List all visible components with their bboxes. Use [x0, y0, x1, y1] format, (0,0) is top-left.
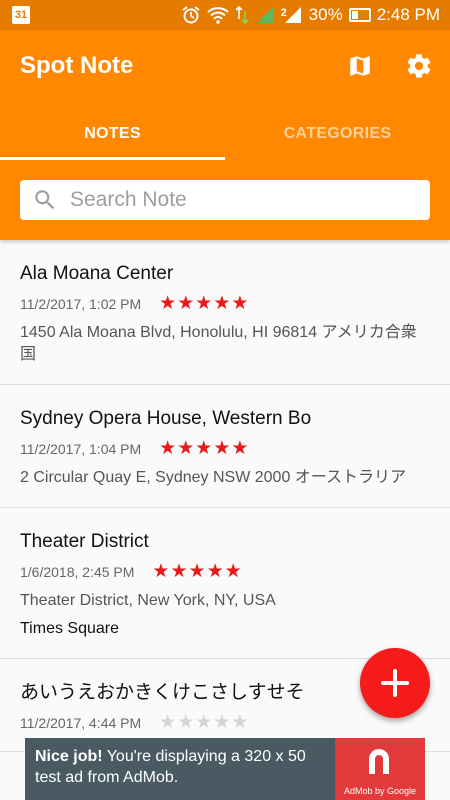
plus-icon	[381, 669, 409, 697]
search-box[interactable]	[20, 180, 430, 220]
star-icon: ★	[224, 561, 242, 582]
map-icon	[350, 56, 370, 76]
star-icon: ★	[177, 712, 195, 733]
star-icon: ★	[195, 293, 213, 314]
sim-badge: 2	[280, 7, 287, 19]
star-icon: ★	[159, 293, 177, 314]
list-item[interactable]: Ala Moana Center 11/2/2017, 1:02 PM ★ ★ ★ ★…	[0, 240, 450, 385]
star-icon: ★	[177, 293, 195, 314]
note-date: 11/2/2017, 4:44 PM	[20, 715, 142, 731]
ad-logo-label: AdMob by Google	[343, 786, 417, 796]
star-icon: ★	[213, 712, 231, 733]
settings-button[interactable]	[401, 48, 437, 84]
calendar-icon: 31	[12, 6, 30, 24]
rating-stars: ★ ★ ★ ★ ★	[159, 439, 248, 459]
rating-stars: ★ ★ ★ ★ ★	[159, 294, 248, 314]
star-icon: ★	[188, 561, 206, 582]
star-icon: ★	[195, 712, 213, 733]
signal-icon	[255, 5, 275, 25]
note-date: 1/6/2018, 2:45 PM	[20, 564, 135, 580]
star-icon: ★	[152, 561, 170, 582]
admob-logo: AdMob by Google	[335, 738, 425, 800]
tab-categories[interactable]: CATEGORIES	[225, 108, 450, 160]
settings-icon	[407, 54, 431, 78]
list-item[interactable]: Sydney Opera House, Western Bo 11/2/2017…	[0, 385, 450, 508]
map-button[interactable]	[342, 48, 378, 84]
note-date: 11/2/2017, 1:02 PM	[20, 296, 142, 312]
star-icon: ★	[170, 561, 188, 582]
data-transfer-icon	[235, 5, 249, 25]
rating-stars: ★ ★ ★ ★ ★	[159, 713, 248, 733]
search-input[interactable]	[70, 188, 410, 212]
list-item[interactable]: Theater District 1/6/2018, 2:45 PM ★ ★ ★ ★ ★…	[0, 508, 450, 659]
tab-indicator	[0, 157, 225, 160]
tab-notes[interactable]: NOTES	[0, 108, 225, 160]
star-icon: ★	[213, 438, 231, 459]
note-address: Theater District, New York, NY, USA	[20, 592, 276, 609]
battery-icon	[348, 8, 371, 22]
note-title: Ala Moana Center	[20, 263, 174, 284]
admob-icon	[369, 749, 389, 774]
note-date: 11/2/2017, 1:04 PM	[20, 441, 142, 457]
star-icon: ★	[195, 438, 213, 459]
ad-banner[interactable]: Nice job! You're displaying a 320 x 50 t…	[25, 738, 425, 800]
wifi-icon	[206, 5, 229, 25]
star-icon: ★	[177, 438, 195, 459]
star-icon: ★	[213, 293, 231, 314]
star-icon: ★	[231, 438, 249, 459]
search-icon	[20, 180, 70, 220]
status-bar: 31 2 30% 2:48 PM	[0, 0, 450, 30]
app-title: Spot Note	[20, 52, 134, 79]
note-address: 2 Circular Quay E, Sydney NSW 2000 オーストラ…	[20, 469, 406, 486]
note-detail: Times Square	[20, 620, 119, 637]
note-address: 1450 Ala Moana Blvd, Honolulu, HI 96814 …	[20, 324, 417, 363]
note-title: Theater District	[20, 531, 149, 552]
ad-headline: Nice job!	[35, 748, 103, 765]
star-icon: ★	[231, 712, 249, 733]
tab-bar: NOTES CATEGORIES	[0, 108, 450, 160]
app-bar: Spot Note NOTES CATEGORIES	[0, 30, 450, 240]
rating-stars: ★ ★ ★ ★ ★	[152, 562, 241, 582]
star-icon: ★	[159, 438, 177, 459]
alarm-icon	[181, 5, 201, 25]
add-note-button[interactable]	[360, 648, 430, 718]
ad-text: Nice job! You're displaying a 320 x 50 t…	[35, 746, 335, 788]
sim2-signal-icon: 2	[281, 5, 303, 25]
battery-percent: 30%	[308, 5, 343, 24]
note-title: Sydney Opera House, Western Bo	[20, 408, 312, 429]
star-icon: ★	[206, 561, 224, 582]
star-icon: ★	[159, 712, 177, 733]
clock: 2:48 PM	[376, 5, 440, 24]
star-icon: ★	[231, 293, 249, 314]
app-screen: 31 2 30% 2:48 PM Spot Note NOTES CATEGOR…	[0, 0, 450, 800]
